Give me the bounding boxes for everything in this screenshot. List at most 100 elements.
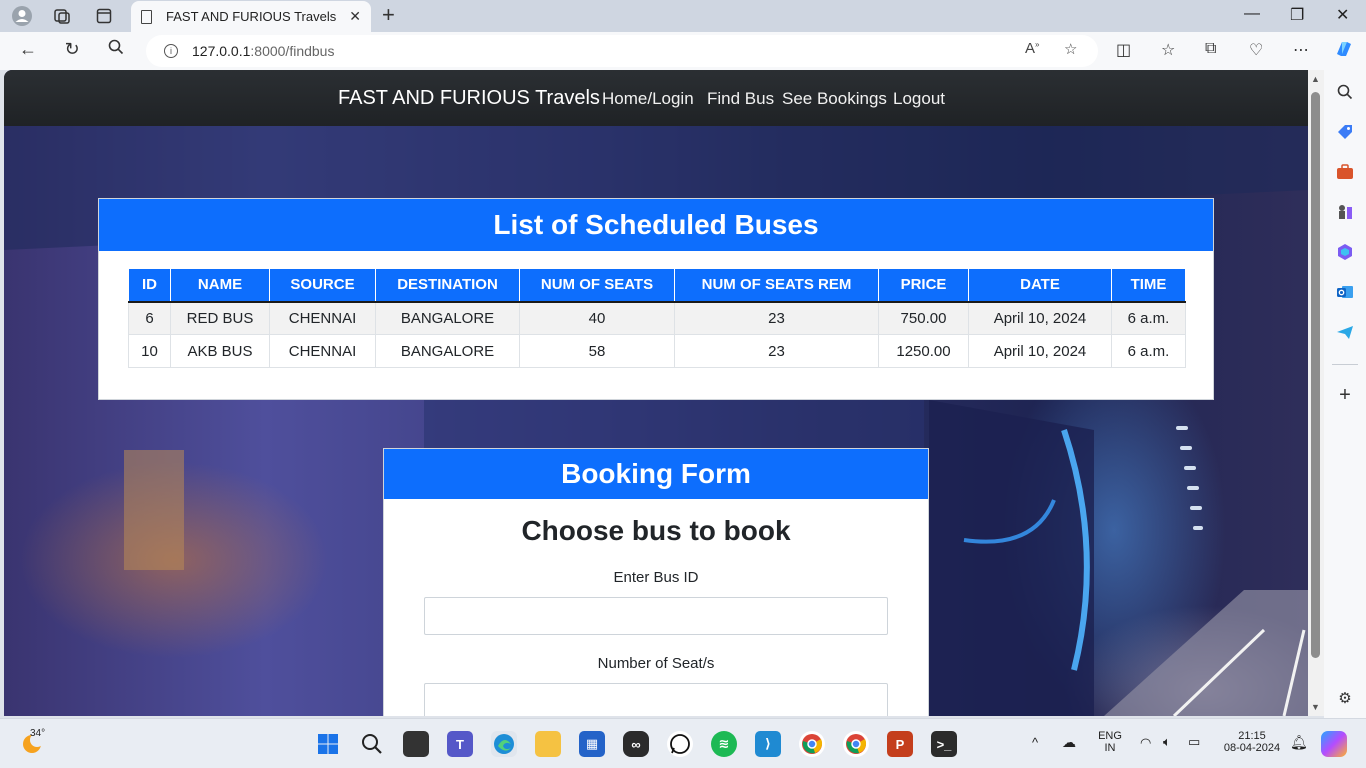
notification-bell-icon[interactable]: 🔔︎ xyxy=(1290,734,1308,751)
address-bar[interactable]: i 127.0.0.1:8000/findbus xyxy=(146,35,1098,67)
refresh-icon[interactable]: ↻ xyxy=(60,39,84,60)
battery-icon[interactable]: ▭ xyxy=(1188,734,1200,750)
tools-briefcase-icon[interactable] xyxy=(1334,161,1356,183)
whatsapp-icon[interactable] xyxy=(667,731,693,757)
cell-destination: BANGALORE xyxy=(375,301,520,335)
workspaces-icon[interactable] xyxy=(49,4,75,28)
cell-destination: BANGALORE xyxy=(375,334,520,368)
close-tab-icon[interactable]: ✕ xyxy=(349,8,361,25)
col-id: ID xyxy=(128,268,171,303)
cell-num-seats: 58 xyxy=(519,334,675,368)
volume-icon[interactable]: 🔈︎ xyxy=(1163,734,1171,750)
page-icon xyxy=(141,9,152,24)
task-view-icon[interactable] xyxy=(403,731,429,757)
cell-price: 750.00 xyxy=(878,301,969,335)
windows-start-icon[interactable] xyxy=(315,731,341,757)
cell-name: AKB BUS xyxy=(170,334,270,368)
col-time: TIME xyxy=(1111,268,1186,303)
microsoft-365-icon[interactable] xyxy=(1334,241,1356,263)
copilot-icon[interactable] xyxy=(1333,38,1355,65)
add-sidebar-icon[interactable]: + xyxy=(1334,384,1356,406)
terminal-icon[interactable]: >_ xyxy=(931,731,957,757)
restore-icon[interactable]: ❐ xyxy=(1290,5,1304,25)
active-tab[interactable]: FAST AND FURIOUS Travels ✕ xyxy=(131,1,371,32)
booking-form-card: Booking Form Choose bus to book Enter Bu… xyxy=(383,448,929,716)
scroll-down-icon[interactable]: ▼ xyxy=(1311,702,1320,712)
scheduled-buses-card: List of Scheduled Buses ID NAME SOURCE D… xyxy=(98,198,1214,400)
copilot-taskbar-icon[interactable] xyxy=(1321,731,1347,757)
close-window-icon[interactable]: ✕ xyxy=(1336,5,1349,25)
col-source: SOURCE xyxy=(269,268,376,303)
shopping-tag-icon[interactable] xyxy=(1334,121,1356,143)
bus-id-input[interactable] xyxy=(424,597,888,635)
favorite-star-icon[interactable]: ☆ xyxy=(1064,40,1077,58)
telegram-send-icon[interactable] xyxy=(1334,321,1356,343)
nav-logout[interactable]: Logout xyxy=(893,89,945,109)
sidebar-settings-icon[interactable]: ⚙ xyxy=(1334,687,1356,709)
cell-time: 6 a.m. xyxy=(1111,301,1186,335)
cell-num-seats-rem: 23 xyxy=(674,301,879,335)
cell-name: RED BUS xyxy=(170,301,270,335)
taskbar-search-icon[interactable] xyxy=(359,731,385,757)
read-aloud-icon[interactable]: A» xyxy=(1025,40,1039,57)
cell-price: 1250.00 xyxy=(878,334,969,368)
table-header-row: ID NAME SOURCE DESTINATION NUM OF SEATS … xyxy=(128,268,1186,303)
spotify-icon[interactable]: ≋ xyxy=(711,731,737,757)
teams-icon[interactable]: T xyxy=(447,731,473,757)
cell-time: 6 a.m. xyxy=(1111,334,1186,368)
browser-essentials-icon[interactable]: ♡ xyxy=(1249,40,1263,60)
wifi-icon[interactable]: ◠ xyxy=(1140,735,1151,751)
vertical-tabs-icon[interactable] xyxy=(91,4,117,28)
games-chess-icon[interactable] xyxy=(1334,201,1356,223)
col-date: DATE xyxy=(968,268,1112,303)
site-info-icon[interactable]: i xyxy=(164,44,178,58)
language-indicator[interactable]: ENG IN xyxy=(1096,730,1124,754)
onedrive-icon[interactable]: ☁ xyxy=(1062,734,1076,751)
col-price: PRICE xyxy=(878,268,969,303)
scroll-up-icon[interactable]: ▲ xyxy=(1311,74,1320,84)
split-screen-icon[interactable]: ◫ xyxy=(1116,40,1131,60)
site-brand[interactable]: FAST AND FURIOUS Travels xyxy=(338,87,600,110)
page-scrollbar[interactable]: ▲ ▼ xyxy=(1308,70,1324,716)
powerpoint-icon[interactable]: P xyxy=(887,731,913,757)
table-row: 10 AKB BUS CHENNAI BANGALORE 58 23 1250.… xyxy=(128,334,1186,368)
file-explorer-icon[interactable] xyxy=(535,731,561,757)
cell-id: 10 xyxy=(128,334,171,368)
edge-sidebar: + ⚙ xyxy=(1324,70,1366,718)
collections-icon[interactable]: ⧉ xyxy=(1205,40,1216,58)
booking-form-heading: Booking Form xyxy=(384,449,928,499)
search-icon[interactable] xyxy=(104,39,128,60)
profile-icon[interactable] xyxy=(9,4,35,28)
col-name: NAME xyxy=(170,268,270,303)
clock-time: 21:15 xyxy=(1238,730,1266,742)
sidebar-divider xyxy=(1332,364,1358,365)
app-infinity-icon[interactable]: ∞ xyxy=(623,731,649,757)
store-icon[interactable]: ▦ xyxy=(579,731,605,757)
vscode-icon[interactable]: ⟩ xyxy=(755,731,781,757)
sidebar-search-icon[interactable] xyxy=(1334,81,1356,103)
minimize-icon[interactable]: — xyxy=(1244,5,1260,23)
scroll-thumb[interactable] xyxy=(1311,92,1320,658)
new-tab-icon[interactable]: + xyxy=(382,2,395,28)
edge-icon[interactable] xyxy=(491,731,517,757)
page-viewport: FAST AND FURIOUS Travels Home/Login Find… xyxy=(4,70,1308,716)
seats-input[interactable] xyxy=(424,683,888,716)
chrome-profile-icon[interactable] xyxy=(799,731,825,757)
outlook-icon[interactable] xyxy=(1334,281,1356,303)
cell-id: 6 xyxy=(128,301,171,335)
cell-num-seats: 40 xyxy=(519,301,675,335)
favorites-icon[interactable]: ☆ xyxy=(1161,40,1175,60)
tab-title: FAST AND FURIOUS Travels xyxy=(166,9,337,24)
nav-see-bookings[interactable]: See Bookings xyxy=(782,89,887,109)
more-menu-icon[interactable]: ⋯ xyxy=(1293,40,1309,60)
nav-home-login[interactable]: Home/Login xyxy=(602,89,694,109)
back-icon[interactable]: ← xyxy=(16,39,40,60)
cell-source: CHENNAI xyxy=(269,301,376,335)
nav-find-bus[interactable]: Find Bus xyxy=(707,89,774,109)
clock[interactable]: 21:15 08-04-2024 xyxy=(1218,730,1286,754)
seats-label: Number of Seat/s xyxy=(597,655,715,672)
chrome-icon[interactable] xyxy=(843,731,869,757)
cell-source: CHENNAI xyxy=(269,334,376,368)
bus-id-label: Enter Bus ID xyxy=(613,569,699,586)
tray-overflow-icon[interactable]: ^ xyxy=(1032,735,1038,750)
